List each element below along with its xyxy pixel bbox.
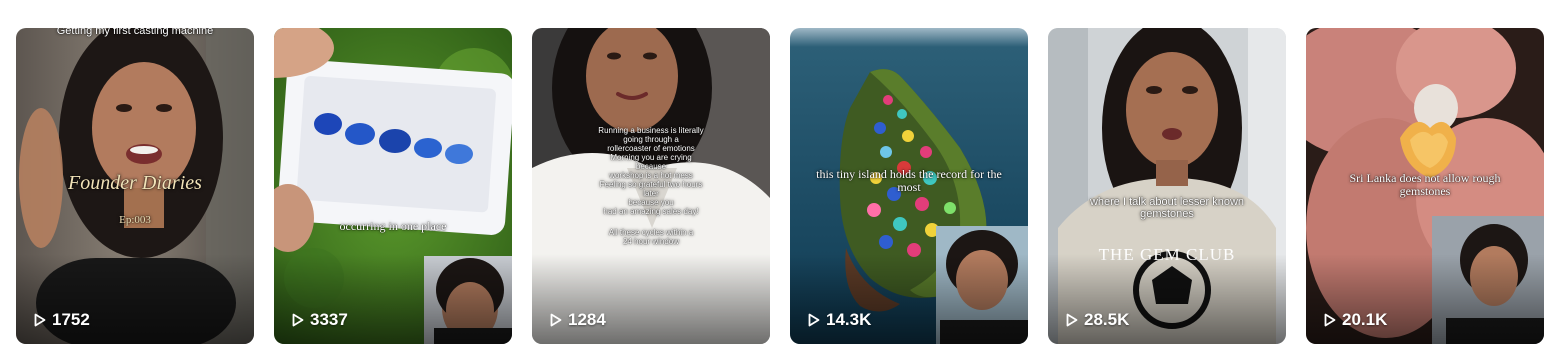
card-shade <box>790 254 1028 344</box>
view-count-text: 28.5K <box>1084 310 1130 329</box>
caption-line: later <box>643 189 659 198</box>
view-count-text: 1284 <box>568 310 606 329</box>
video-card-6[interactable]: Sri Lanka does not allow rough gemstones… <box>1306 28 1544 344</box>
view-count-text: 14.3K <box>826 310 872 329</box>
caption-line: Running a business is literally <box>598 126 704 135</box>
card-shade <box>1306 254 1544 344</box>
video-caption: Sri Lanka does not allow rough gemstones <box>1349 171 1501 198</box>
play-icon <box>1066 313 1078 327</box>
caption-line: Feeling so grateful two hours <box>599 180 703 189</box>
play-icon <box>34 313 46 327</box>
card-shade <box>16 254 254 344</box>
view-count: 1284 <box>550 310 606 330</box>
caption-line: rollercoaster of emotions <box>607 144 695 153</box>
video-caption: where I talk about lesser known gemstone… <box>1089 196 1245 220</box>
caption-line: going through a <box>623 135 679 144</box>
play-icon <box>292 313 304 327</box>
caption-line: workshop is a hot mess <box>609 171 693 180</box>
video-caption-top: Getting my first casting machine <box>56 28 214 37</box>
card-shade <box>1048 254 1286 344</box>
view-count: 3337 <box>292 310 348 330</box>
view-count: 1752 <box>34 310 90 330</box>
caption-line: because <box>635 162 667 171</box>
play-icon <box>808 313 820 327</box>
view-count-text: 20.1K <box>1342 310 1388 329</box>
caption-line: because you <box>628 198 674 207</box>
video-card-4[interactable]: this tiny island holds the record for th… <box>790 28 1028 344</box>
view-count: 20.1K <box>1324 310 1387 330</box>
video-card-5[interactable]: THE GEM CLUB where I talk about lesser k… <box>1048 28 1286 344</box>
video-card-3[interactable]: Running a business is literally going th… <box>532 28 770 344</box>
video-card-1[interactable]: Getting my first casting machine Founder… <box>16 28 254 344</box>
video-card-2[interactable]: occurring in one place 3337 <box>274 28 512 344</box>
view-count: 14.3K <box>808 310 871 330</box>
view-count: 28.5K <box>1066 310 1129 330</box>
video-caption: this tiny island holds the record for th… <box>816 167 1002 194</box>
video-caption: Running a business is literally going th… <box>582 126 720 216</box>
caption-line: Morning you are crying <box>610 153 692 162</box>
video-caption: occurring in one place <box>339 219 447 233</box>
play-icon <box>1324 313 1336 327</box>
card-shade <box>274 254 512 344</box>
video-episode: Ep:003 <box>119 214 151 226</box>
video-title: Founder Diaries <box>68 172 202 194</box>
video-caption-tail: All these cycles within a 24 hour window <box>608 228 694 246</box>
card-shade <box>532 254 770 344</box>
view-count-text: 1752 <box>52 310 90 329</box>
play-icon <box>550 313 562 327</box>
caption-line: had an amazing sales day! <box>603 207 699 216</box>
video-grid: Getting my first casting machine Founder… <box>16 28 1544 344</box>
view-count-text: 3337 <box>310 310 348 329</box>
